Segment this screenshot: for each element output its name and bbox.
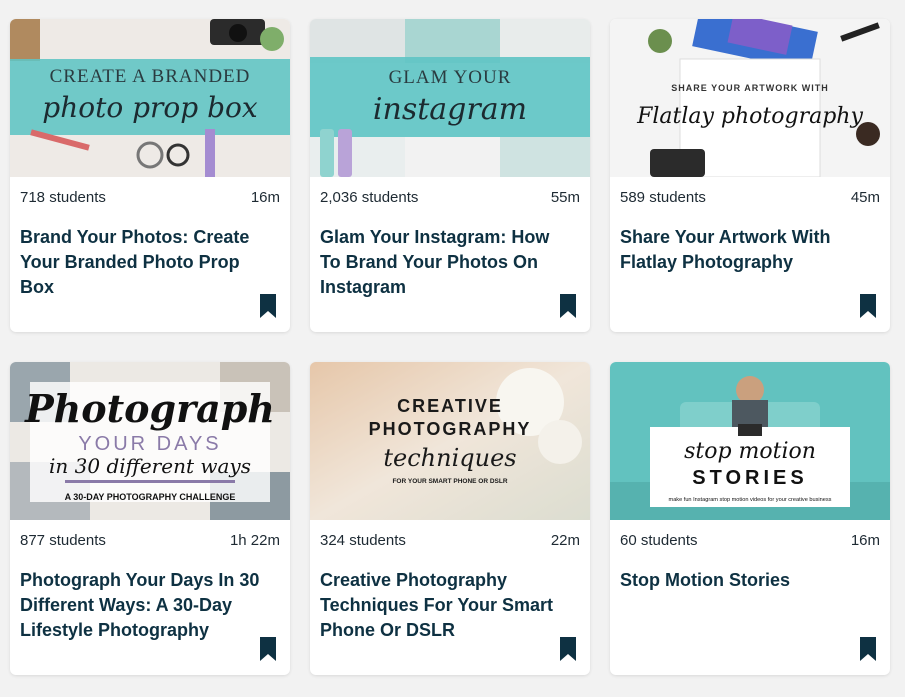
course-duration: 45m — [850, 189, 880, 206]
thumb-script-text: stop motion — [684, 439, 816, 464]
course-card[interactable]: GLAM YOUR instagram 2,036 students 55m G… — [310, 19, 590, 332]
course-meta: 877 students 1h 22m — [20, 532, 280, 549]
course-meta: 60 students 16m — [620, 532, 880, 549]
course-duration: 55m — [550, 189, 580, 206]
student-count: 718 students — [20, 189, 106, 206]
course-duration: 16m — [850, 532, 880, 549]
course-meta: 324 students 22m — [320, 532, 580, 549]
course-card[interactable]: Photograph YOUR DAYS in 30 different way… — [10, 362, 290, 675]
course-card[interactable]: CREATE A BRANDED photo prop box 718 stud… — [10, 19, 290, 332]
course-duration: 16m — [250, 189, 280, 206]
course-thumbnail[interactable]: Photograph YOUR DAYS in 30 different way… — [10, 362, 290, 520]
thumb-headline: STORIES — [692, 467, 807, 489]
thumb-tagline: A 30-DAY PHOTOGRAPHY CHALLENGE — [65, 492, 236, 502]
course-title[interactable]: Creative Photography Techniques For Your… — [320, 568, 566, 643]
bookmark-icon[interactable] — [860, 637, 876, 661]
course-thumbnail[interactable]: stop motion STORIES make fun Instagram s… — [610, 362, 890, 520]
thumb-script-text: instagram — [373, 92, 527, 127]
thumb-headline: GLAM YOUR — [389, 67, 512, 88]
bookmark-icon[interactable] — [560, 294, 576, 318]
course-title[interactable]: Photograph Your Days In 30 Different Way… — [20, 568, 266, 643]
thumb-script-text: techniques — [383, 444, 516, 472]
student-count: 60 students — [620, 532, 698, 549]
thumb-script-text: photo prop box — [42, 91, 258, 124]
thumb-tagline: FOR YOUR SMART PHONE OR DSLR — [392, 478, 507, 485]
thumb-headline: Photograph — [24, 386, 275, 431]
course-grid: CREATE A BRANDED photo prop box 718 stud… — [10, 19, 890, 679]
thumb-script-text: in 30 different ways — [49, 454, 251, 478]
bookmark-icon[interactable] — [860, 294, 876, 318]
course-card[interactable]: SHARE YOUR ARTWORK WITH Flatlay photogra… — [610, 19, 890, 332]
thumb-headline: CREATIVE — [397, 396, 503, 416]
thumb-headline: CREATE A BRANDED — [50, 66, 251, 87]
student-count: 589 students — [620, 189, 706, 206]
thumb-headline: SHARE YOUR ARTWORK WITH — [671, 83, 829, 93]
course-card[interactable]: stop motion STORIES make fun Instagram s… — [610, 362, 890, 675]
thumb-subheadline: PHOTOGRAPHY — [369, 419, 532, 439]
course-thumbnail[interactable]: CREATE A BRANDED photo prop box — [10, 19, 290, 177]
bookmark-icon[interactable] — [260, 637, 276, 661]
course-title[interactable]: Brand Your Photos: Create Your Branded P… — [20, 225, 266, 300]
course-duration: 1h 22m — [229, 532, 280, 549]
course-thumbnail[interactable]: SHARE YOUR ARTWORK WITH Flatlay photogra… — [610, 19, 890, 177]
course-meta: 589 students 45m — [620, 189, 880, 206]
bookmark-icon[interactable] — [560, 637, 576, 661]
course-title[interactable]: Glam Your Instagram: How To Brand Your P… — [320, 225, 566, 300]
course-thumbnail[interactable]: GLAM YOUR instagram — [310, 19, 590, 177]
course-card[interactable]: CREATIVE PHOTOGRAPHY techniques FOR YOUR… — [310, 362, 590, 675]
course-title[interactable]: Stop Motion Stories — [620, 568, 866, 593]
course-meta: 718 students 16m — [20, 189, 280, 206]
thumb-tagline: make fun Instagram stop motion videos fo… — [669, 497, 832, 503]
bookmark-icon[interactable] — [260, 294, 276, 318]
thumb-script-text: Flatlay photography — [636, 104, 863, 129]
course-title[interactable]: Share Your Artwork With Flatlay Photogra… — [620, 225, 866, 275]
student-count: 2,036 students — [320, 189, 419, 206]
course-meta: 2,036 students 55m — [320, 189, 580, 206]
course-thumbnail[interactable]: CREATIVE PHOTOGRAPHY techniques FOR YOUR… — [310, 362, 590, 520]
course-duration: 22m — [550, 532, 580, 549]
thumb-subheadline: YOUR DAYS — [78, 433, 221, 455]
student-count: 324 students — [320, 532, 406, 549]
student-count: 877 students — [20, 532, 106, 549]
